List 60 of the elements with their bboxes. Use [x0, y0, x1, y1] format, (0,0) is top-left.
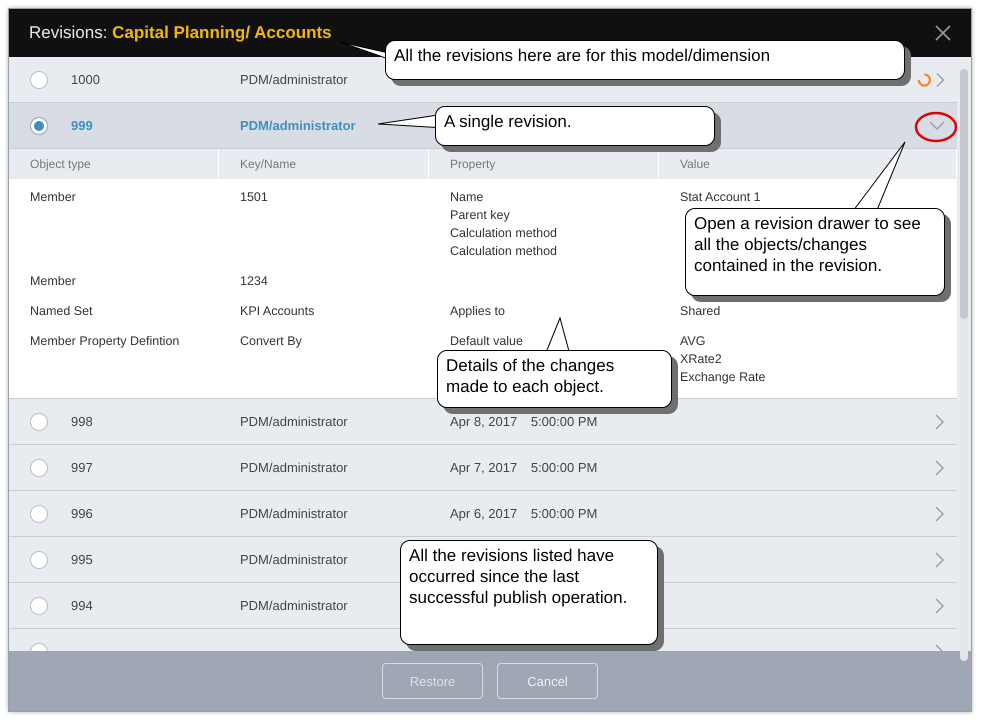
- revision-user: PDM/administrator: [240, 598, 348, 613]
- revision-number: 1000: [71, 72, 100, 87]
- property-value: Shared: [680, 303, 722, 320]
- object-type: Member: [29, 189, 77, 206]
- revision-time: 5:00:00 PM: [530, 506, 598, 521]
- revision-number: 996: [71, 506, 93, 521]
- revision-user: PDM/administrator: [240, 414, 348, 429]
- property-name: Default value: [450, 333, 524, 350]
- radio-button[interactable]: [30, 504, 48, 522]
- revision-row[interactable]: 996 PDM/administrator Apr 6, 2017 5:00:00 PM: [9, 491, 957, 537]
- chevron-right-icon[interactable]: [936, 72, 945, 88]
- scrollbar-thumb[interactable]: [960, 69, 968, 319]
- revision-date: Apr 6, 2017: [450, 506, 518, 521]
- property-value: XRate2: [680, 351, 723, 368]
- object-key: 1234: [219, 272, 429, 290]
- revision-user: PDM/administrator: [240, 460, 348, 475]
- revision-user: PDM/administrator: [240, 118, 356, 133]
- property-value: Exchange Rate: [680, 369, 766, 386]
- revision-user: PDM/administrator: [240, 72, 348, 87]
- revision-time: 5:00:00 PM: [530, 460, 598, 475]
- object-key: KPI Accounts: [219, 302, 429, 320]
- chevron-right-icon[interactable]: [935, 598, 945, 614]
- radio-button[interactable]: [30, 550, 48, 568]
- revision-date: Apr 8, 2017: [450, 414, 518, 429]
- chevron-right-icon[interactable]: [935, 414, 945, 430]
- window-title: Revisions: Capital Planning/ Accounts: [29, 23, 332, 43]
- revision-user: PDM/administrator: [240, 506, 348, 521]
- object-type: Named Set: [29, 303, 94, 320]
- revision-number: 995: [71, 552, 93, 567]
- revision-row[interactable]: 998 PDM/administrator Apr 8, 2017 5:00:00 PM: [9, 399, 957, 445]
- property-value: Stat Account 1: [680, 189, 762, 206]
- revision-number: 997: [71, 460, 93, 475]
- property-name: Calculation method: [450, 225, 558, 242]
- property-name: Calculation method: [450, 243, 558, 260]
- revision-row[interactable]: 997 PDM/administrator Apr 7, 2017 5:00:00 PM: [9, 445, 957, 491]
- object-type: Member Property Defintion: [29, 333, 180, 350]
- property-name: Applies to: [450, 303, 506, 320]
- revision-time: 5:00:00 PM: [530, 414, 598, 429]
- chevron-right-icon[interactable]: [935, 552, 945, 568]
- radio-button[interactable]: [30, 70, 48, 88]
- highlight-ellipse: [914, 112, 958, 142]
- radio-button[interactable]: [30, 116, 48, 134]
- object-key: 1501: [219, 188, 429, 260]
- chevron-down-icon[interactable]: [929, 120, 945, 130]
- close-icon[interactable]: [935, 25, 951, 41]
- object-type: Member: [29, 273, 77, 290]
- revision-number: 998: [71, 414, 93, 429]
- revision-date: Apr 7, 2017: [450, 460, 518, 475]
- property-name: Parent key: [450, 207, 511, 224]
- revision-user: PDM/administrator: [240, 552, 348, 567]
- property-name: Name: [450, 189, 484, 206]
- object-key: Convert By: [219, 332, 429, 386]
- radio-button[interactable]: [30, 458, 48, 476]
- chevron-right-icon[interactable]: [935, 460, 945, 476]
- chevron-right-icon[interactable]: [935, 506, 945, 522]
- radio-button[interactable]: [30, 596, 48, 614]
- revision-number: 999: [71, 118, 93, 133]
- property-value: AVG: [680, 333, 706, 350]
- radio-button[interactable]: [30, 412, 48, 430]
- revision-number: 994: [71, 598, 93, 613]
